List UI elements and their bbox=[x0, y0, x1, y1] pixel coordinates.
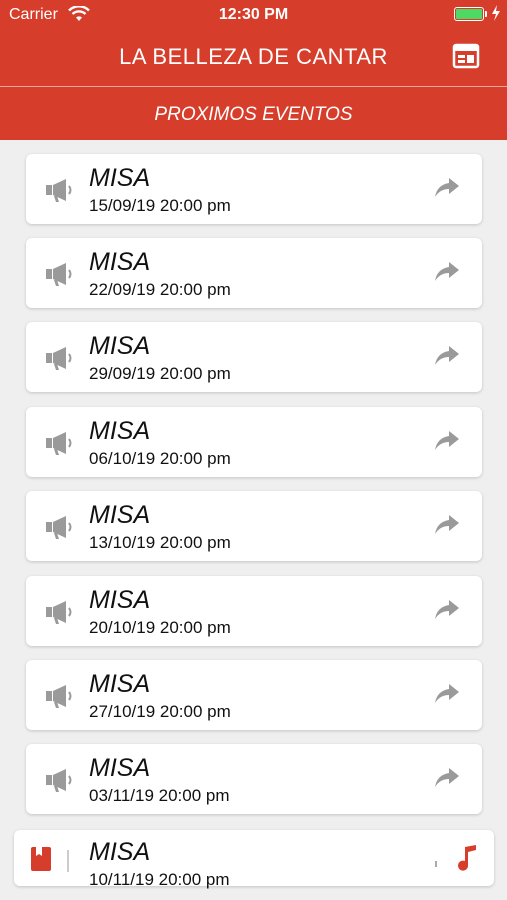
share-arrow-icon[interactable] bbox=[434, 344, 460, 366]
event-card[interactable]: MISA 15/09/19 20:00 pm bbox=[26, 154, 482, 224]
event-card[interactable]: MISA 03/11/19 20:00 pm bbox=[26, 744, 482, 814]
megaphone-icon bbox=[46, 685, 72, 708]
event-date: 03/11/19 20:00 pm bbox=[89, 786, 230, 805]
battery-tip bbox=[485, 11, 487, 17]
event-name: MISA bbox=[89, 670, 151, 698]
megaphone-icon bbox=[46, 347, 72, 370]
app-title: LA BELLEZA DE CANTAR bbox=[119, 44, 388, 69]
share-arrow-icon[interactable] bbox=[434, 260, 460, 282]
megaphone-icon bbox=[46, 179, 72, 202]
app-header: Carrier 12:30 PM LA BELLEZA DE CANTAR PR… bbox=[0, 0, 507, 140]
status-time: 12:30 PM bbox=[218, 6, 289, 23]
event-name: MISA bbox=[89, 248, 151, 276]
event-date: 15/09/19 20:00 pm bbox=[89, 196, 231, 215]
music-note-icon[interactable] bbox=[456, 844, 478, 872]
megaphone-icon bbox=[46, 601, 72, 624]
event-date: 13/10/19 20:00 pm bbox=[89, 533, 231, 552]
share-arrow-icon[interactable] bbox=[434, 429, 460, 451]
event-card[interactable]: MISA 29/09/19 20:00 pm bbox=[26, 322, 482, 392]
share-arrow-icon[interactable] bbox=[434, 766, 460, 788]
player-separator bbox=[67, 850, 69, 872]
share-arrow-icon[interactable] bbox=[434, 598, 460, 620]
charging-bolt-icon bbox=[492, 5, 500, 21]
megaphone-icon bbox=[46, 516, 72, 539]
share-arrow-icon[interactable] bbox=[434, 176, 460, 198]
event-card[interactable]: MISA 22/09/19 20:00 pm bbox=[26, 238, 482, 308]
event-card[interactable]: MISA 27/10/19 20:00 pm bbox=[26, 660, 482, 730]
event-date: 29/09/19 20:00 pm bbox=[89, 364, 231, 383]
battery-icon bbox=[454, 7, 484, 21]
player-progress-tick bbox=[435, 861, 437, 867]
event-date: 06/10/19 20:00 pm bbox=[89, 449, 231, 468]
section-title: PROXIMOS EVENTOS bbox=[154, 104, 353, 125]
event-date: 22/09/19 20:00 pm bbox=[89, 280, 231, 299]
megaphone-icon bbox=[46, 263, 72, 286]
mini-player bbox=[14, 830, 494, 886]
share-arrow-icon[interactable] bbox=[434, 513, 460, 535]
event-card[interactable]: MISA 20/10/19 20:00 pm bbox=[26, 576, 482, 646]
event-name: MISA bbox=[89, 332, 151, 360]
megaphone-icon bbox=[46, 432, 72, 455]
book-icon[interactable] bbox=[30, 846, 52, 872]
event-card[interactable]: MISA 13/10/19 20:00 pm bbox=[26, 491, 482, 561]
event-name: MISA bbox=[89, 754, 151, 782]
event-name: MISA bbox=[89, 417, 151, 445]
event-name: MISA bbox=[89, 501, 151, 529]
event-date: 27/10/19 20:00 pm bbox=[89, 702, 231, 721]
header-divider bbox=[0, 86, 507, 87]
status-bar: Carrier 12:30 PM bbox=[0, 0, 507, 30]
calendar-icon[interactable] bbox=[452, 43, 480, 69]
megaphone-icon bbox=[46, 769, 72, 792]
share-arrow-icon[interactable] bbox=[434, 682, 460, 704]
event-date: 20/10/19 20:00 pm bbox=[89, 618, 231, 637]
event-name: MISA bbox=[89, 164, 151, 192]
event-name: MISA bbox=[89, 586, 151, 614]
event-card[interactable]: MISA 06/10/19 20:00 pm bbox=[26, 407, 482, 477]
